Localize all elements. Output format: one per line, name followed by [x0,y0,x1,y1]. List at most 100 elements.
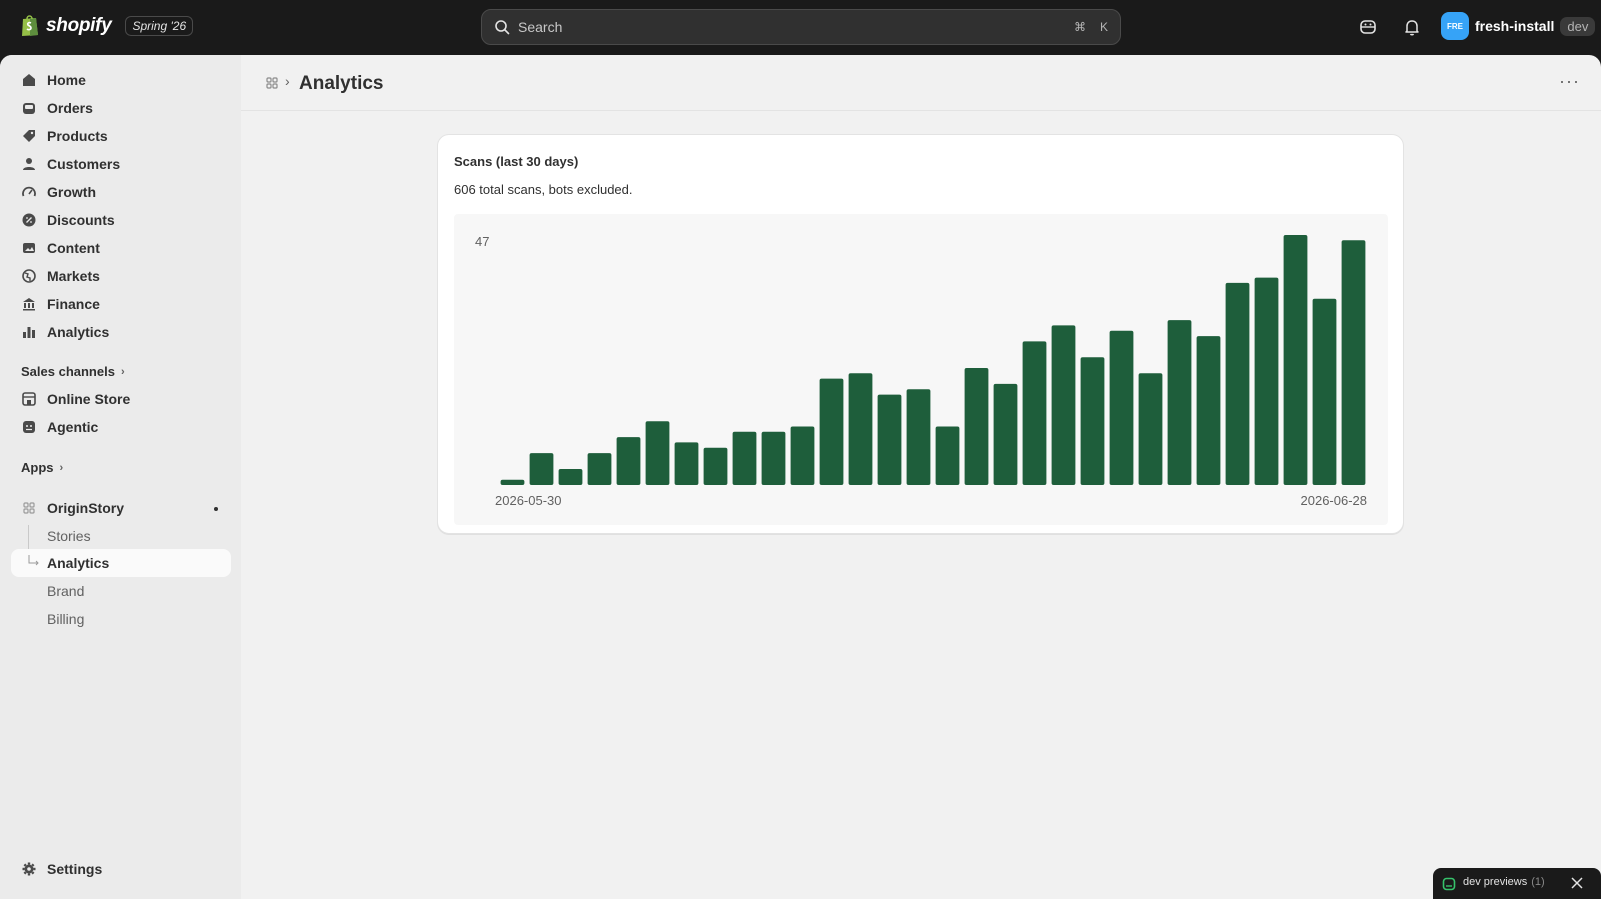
home-icon [23,74,35,86]
apps-icon[interactable] [265,76,279,90]
sidebar-item-stories[interactable]: Stories [11,522,231,550]
breadcrumb-separator: › [285,73,290,89]
chart-bar-2026-06-27[interactable] [1312,298,1337,485]
chart-bar-2026-06-16[interactable] [993,383,1018,485]
chart-bar-2026-06-26[interactable] [1283,235,1308,485]
tree-branch-icon [28,555,39,566]
gauge-icon [22,186,36,197]
discount-icon [22,213,36,227]
chart-bar-2026-06-14[interactable] [935,426,960,486]
sidebar-item-analytics[interactable]: Analytics [11,318,231,346]
chart-bar-2026-06-04[interactable] [645,421,670,485]
close-icon[interactable] [1570,876,1584,890]
chart-bar-2026-06-20[interactable] [1109,330,1134,485]
shopify-logo[interactable]: shopify Spring '26 [20,14,194,37]
page-title: Analytics [299,73,384,94]
shortcut-k-key: K [1099,20,1108,34]
tag-icon [23,130,35,142]
chart-bar-2026-06-01[interactable] [558,469,583,485]
dev-previews-toast[interactable]: dev previews (1) [1433,868,1601,899]
apps-label: Apps [21,460,54,475]
store-menu[interactable]: FRE fresh-install dev [1441,12,1596,40]
toast-count: (1) [1531,876,1545,888]
apps-heading[interactable]: Apps › [21,460,63,475]
sidebar-item-orders[interactable]: Orders [11,94,231,122]
shortcut-cmd-key: ⌘ [1073,20,1086,34]
bar-chart-icon [23,327,35,338]
chart-bar-2026-06-24[interactable] [1225,282,1250,485]
chart-bar-2026-06-11[interactable] [848,373,873,485]
sidebar-item-agentic[interactable]: Agentic [11,413,231,441]
sidebar-item-label: Growth [47,184,96,200]
sidebar-item-brand[interactable]: Brand [11,577,231,605]
y-axis-max-label: 47 [475,234,489,249]
sidebar-item-markets[interactable]: Markets [11,262,231,290]
sidebar-item-originstory[interactable]: OriginStory [11,494,231,522]
sales-channels-heading[interactable]: Sales channels › [21,364,125,379]
chart-bar-2026-06-28[interactable] [1341,240,1366,485]
search-icon [495,20,510,35]
chart-bar-2026-06-15[interactable] [964,368,989,485]
chart-bar-2026-06-10[interactable] [819,378,844,485]
chart-bar-2026-06-07[interactable] [732,431,757,485]
top-bar: shopify Spring '26 Search ⌘ K FRE fresh-… [0,0,1601,55]
sidebar-item-settings[interactable]: Settings [11,855,231,883]
sidebar: Home Orders Products Customers Growth Di… [0,55,241,899]
sidebar-item-billing[interactable]: Billing [11,605,231,633]
sidekick-icon[interactable] [1358,17,1378,37]
card-title: Scans (last 30 days) [454,154,579,169]
sidebar-item-growth[interactable]: Growth [11,178,231,206]
sidebar-item-label: Home [47,72,86,88]
sidebar-item-content[interactable]: Content [11,234,231,262]
more-actions-icon[interactable]: ··· [1559,71,1580,92]
chart-bar-2026-06-06[interactable] [703,447,728,485]
search-input[interactable]: Search ⌘ K [481,9,1121,45]
chevron-right-icon: › [120,365,125,378]
sidebar-item-discounts[interactable]: Discounts [11,206,231,234]
sidebar-item-app-analytics[interactable]: Analytics [11,549,231,577]
chart-bar-2026-06-05[interactable] [674,442,699,485]
chart-bar-2026-06-08[interactable] [761,431,786,485]
sidebar-item-label: Customers [47,156,121,172]
chart-bar-2026-06-17[interactable] [1022,341,1047,485]
gear-icon [22,862,36,876]
sidebar-item-label: Agentic [47,419,99,435]
agent-icon [23,421,35,433]
x-axis-start-label: 2026-05-30 [495,493,562,508]
chart-bar-2026-06-22[interactable] [1167,320,1192,485]
sidebar-item-customers[interactable]: Customers [11,150,231,178]
chart-bar-2026-06-19[interactable] [1080,357,1105,485]
sidebar-item-label: Online Store [47,391,131,407]
sidebar-item-label: Billing [47,611,85,627]
chart-bar-2026-06-13[interactable] [906,389,931,485]
chart-bar-2026-06-09[interactable] [790,426,815,486]
chart-bar-2026-06-02[interactable] [587,453,612,485]
chart-bar-2026-06-21[interactable] [1138,373,1163,485]
chart-bar-2026-06-18[interactable] [1051,325,1076,485]
x-axis-end-label: 2026-06-28 [1301,493,1368,508]
bank-icon [23,298,35,311]
bell-icon[interactable] [1402,17,1422,37]
sidebar-item-label: Markets [47,268,100,284]
sales-channels-label: Sales channels [21,364,115,379]
chart-bar-2026-06-23[interactable] [1196,336,1221,485]
sidebar-item-online-store[interactable]: Online Store [11,385,231,413]
sidebar-item-label: Content [47,240,100,256]
globe-icon [22,269,36,283]
chart-bar-2026-05-30[interactable] [500,479,525,485]
sidebar-item-home[interactable]: Home [11,66,231,94]
chart-bars [500,235,1366,486]
chart-bar-2026-06-03[interactable] [616,437,641,485]
sidebar-item-products[interactable]: Products [11,122,231,150]
chevron-right-icon: › [59,461,64,474]
image-icon [23,243,35,253]
chart-bar-2026-06-25[interactable] [1254,277,1279,485]
chart-bar-2026-05-31[interactable] [529,453,554,485]
card-subtitle: 606 total scans, bots excluded. [454,182,633,197]
chart-bar-2026-06-12[interactable] [877,394,902,485]
sidebar-item-label: Brand [47,583,85,599]
sidebar-item-finance[interactable]: Finance [11,290,231,318]
shopify-bag-icon [22,15,38,36]
sidebar-item-label: Orders [47,100,93,116]
sidebar-item-label: Settings [47,861,103,877]
